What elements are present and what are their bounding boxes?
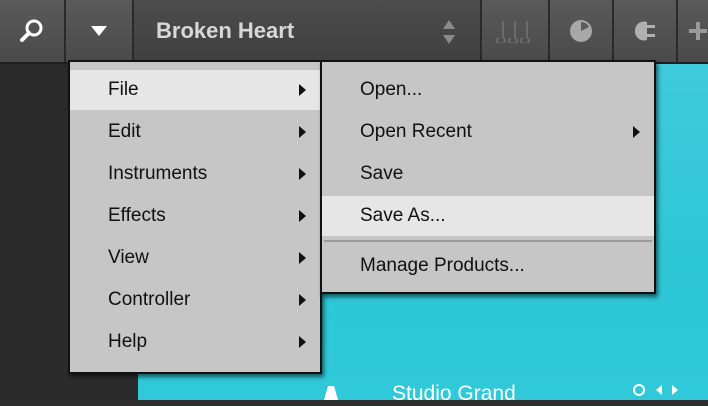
menu-item-save-as[interactable]: Save As... — [322, 196, 654, 236]
menu-item-label: Open... — [360, 79, 423, 100]
menu-item-instruments[interactable]: Instruments — [70, 154, 320, 194]
up-down-arrows-icon[interactable] — [442, 18, 456, 46]
submenu-arrow-icon — [299, 210, 306, 222]
notes-button[interactable] — [482, 0, 550, 62]
add-button[interactable] — [678, 0, 708, 62]
submenu-arrow-icon — [299, 294, 306, 306]
submenu-arrow-icon — [299, 252, 306, 264]
preset-name: Broken Heart — [156, 18, 295, 43]
menu-item-label: Edit — [108, 121, 141, 142]
menu-item-file[interactable]: File — [70, 70, 320, 110]
menu-item-controller[interactable]: Controller — [70, 280, 320, 320]
menu-item-effects[interactable]: Effects — [70, 196, 320, 236]
menu-item-label: View — [108, 247, 149, 268]
submenu-arrow-icon — [299, 336, 306, 348]
menu-item-label: Effects — [108, 205, 166, 226]
notes-icon — [496, 21, 530, 43]
search-button[interactable] — [0, 0, 66, 62]
menu-item-label: Instruments — [108, 163, 208, 184]
menu-item-manage-products[interactable]: Manage Products... — [322, 246, 654, 286]
menu-item-label: Help — [108, 331, 148, 352]
triangle-down-icon — [91, 26, 107, 36]
menu-item-save[interactable]: Save — [322, 154, 654, 194]
menu-item-label: File — [108, 79, 139, 100]
plug-button[interactable] — [614, 0, 678, 62]
menu-item-open-recent[interactable]: Open Recent — [322, 112, 654, 152]
clock-icon — [570, 20, 592, 42]
menu-item-view[interactable]: View — [70, 238, 320, 278]
instrument-icon — [324, 386, 338, 400]
menu-item-label: Controller — [108, 289, 191, 310]
menu-item-help[interactable]: Help — [70, 322, 320, 362]
menu-separator — [324, 240, 652, 242]
submenu-arrow-icon — [633, 126, 640, 138]
menu-item-label: Save As... — [360, 205, 446, 226]
main-menu-button[interactable] — [66, 0, 134, 62]
preset-selector[interactable]: Broken Heart — [134, 0, 482, 62]
submenu-arrow-icon — [299, 126, 306, 138]
menu-item-edit[interactable]: Edit — [70, 112, 320, 152]
submenu-arrow-icon — [299, 168, 306, 180]
menu-item-label: Open Recent — [360, 121, 472, 142]
plug-icon — [634, 21, 655, 41]
instrument-name: Studio Grand — [392, 382, 516, 405]
file-submenu: Open... Open Recent Save Save As... Mana… — [320, 60, 656, 294]
search-icon — [20, 19, 43, 42]
top-toolbar: Broken Heart — [0, 0, 708, 64]
menu-item-label: Save — [360, 163, 404, 184]
menu-item-label: Manage Products... — [360, 255, 525, 276]
search-and-nav-icons[interactable] — [632, 380, 692, 400]
main-menu: File Edit Instruments Effects View Contr… — [68, 60, 322, 374]
clock-button[interactable] — [550, 0, 614, 62]
plus-icon — [689, 22, 707, 40]
submenu-arrow-icon — [299, 84, 306, 96]
menu-item-open[interactable]: Open... — [322, 70, 654, 110]
